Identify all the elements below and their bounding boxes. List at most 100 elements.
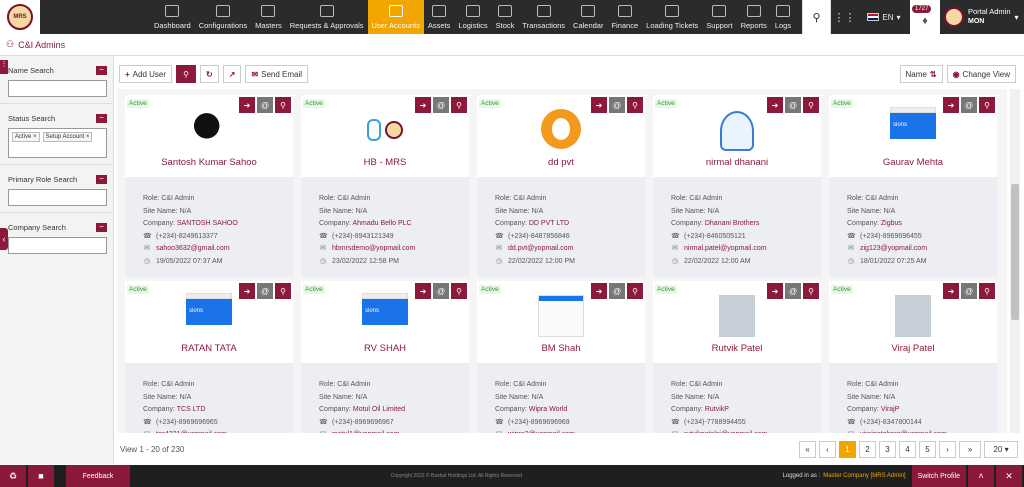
- collapse-company-search-button[interactable]: −: [96, 222, 107, 232]
- email-link[interactable]: zig123@yopmail.com: [860, 243, 927, 256]
- company-link[interactable]: TCS LTD: [177, 406, 206, 413]
- user-card[interactable]: Active ➜ @ ⚲ dd pvt Role: C&I Admin Site Name:…: [477, 95, 645, 277]
- view-details-icon[interactable]: ⚲: [627, 97, 643, 113]
- login-as-icon[interactable]: ➜: [239, 283, 255, 299]
- nav-item-transactions[interactable]: Transactions: [518, 0, 569, 34]
- email-at-icon[interactable]: @: [785, 283, 801, 299]
- view-details-icon[interactable]: ⚲: [803, 97, 819, 113]
- prev-page-button[interactable]: ‹: [819, 440, 836, 458]
- user-menu[interactable]: Portal Admin MON ▾: [940, 0, 1024, 34]
- email-at-icon[interactable]: @: [609, 283, 625, 299]
- add-user-button[interactable]: + Add User: [119, 65, 173, 83]
- page-1-button[interactable]: 1: [839, 440, 856, 458]
- collapse-sidebar-button[interactable]: ‹: [0, 228, 8, 250]
- login-as-icon[interactable]: ➜: [415, 283, 431, 299]
- company-link[interactable]: VirajP: [881, 406, 900, 413]
- nav-item-configurations[interactable]: Configurations: [195, 0, 251, 34]
- nav-item-calendar[interactable]: Calendar: [569, 0, 607, 34]
- user-card[interactable]: Active ➜ @ ⚲ BM Shah Role: C&I Admin Site Name…: [477, 281, 645, 433]
- refresh-button[interactable]: ↻: [200, 65, 219, 83]
- user-card[interactable]: Active ➜ @ ⚲ sions RATAN TATA Role: C&I Admin S…: [125, 281, 293, 433]
- search-button[interactable]: ⚲: [176, 65, 197, 83]
- switch-profile-button[interactable]: Switch Profile: [911, 465, 966, 487]
- user-name[interactable]: RATAN TATA: [125, 343, 293, 354]
- user-name[interactable]: Santosh Kumar Sahoo: [125, 157, 293, 168]
- view-details-icon[interactable]: ⚲: [627, 283, 643, 299]
- nav-item-finance[interactable]: Finance: [607, 0, 642, 34]
- collapse-status-search-button[interactable]: −: [96, 113, 107, 123]
- name-search-input[interactable]: [8, 80, 107, 97]
- role-search-input[interactable]: [8, 189, 107, 206]
- user-name[interactable]: Gaurav Mehta: [829, 157, 997, 168]
- nav-item-masters[interactable]: Masters: [251, 0, 286, 34]
- company-link[interactable]: Dhanani Brothers: [705, 220, 759, 227]
- company-search-input[interactable]: [8, 237, 107, 254]
- notification-bell[interactable]: 1727 ♦: [910, 0, 940, 34]
- company-link[interactable]: Ahmadu Bello PLC: [352, 220, 411, 227]
- email-link[interactable]: tcs4321@yopmail.com: [156, 429, 227, 433]
- email-at-icon[interactable]: @: [785, 97, 801, 113]
- view-details-icon[interactable]: ⚲: [979, 283, 995, 299]
- user-name[interactable]: BM Shah: [477, 343, 645, 354]
- collapse-role-search-button[interactable]: −: [96, 174, 107, 184]
- view-details-icon[interactable]: ⚲: [451, 97, 467, 113]
- user-card[interactable]: Active ➜ @ ⚲ sions RV SHAH Role: C&I Admin Site…: [301, 281, 469, 433]
- nav-item-logs[interactable]: Logs: [771, 0, 795, 34]
- login-as-icon[interactable]: ➜: [943, 283, 959, 299]
- close-icon[interactable]: ✕: [995, 465, 1022, 487]
- bookmark-icon[interactable]: ■: [28, 465, 54, 487]
- page-5-button[interactable]: 5: [919, 440, 936, 458]
- page-3-button[interactable]: 3: [879, 440, 896, 458]
- email-at-icon[interactable]: @: [433, 97, 449, 113]
- view-details-icon[interactable]: ⚲: [275, 283, 291, 299]
- user-card[interactable]: Active ➜ @ ⚲ Rutvik Patel Role: C&I Admin Site…: [653, 281, 821, 433]
- company-link[interactable]: DD PVT LTD: [529, 220, 569, 227]
- user-card[interactable]: Active ➜ @ ⚲ HB - MRS Role: C&I Admin Site Nam…: [301, 95, 469, 277]
- nav-item-support[interactable]: Support: [702, 0, 736, 34]
- user-name[interactable]: dd pvt: [477, 157, 645, 168]
- email-at-icon[interactable]: @: [257, 97, 273, 113]
- login-as-icon[interactable]: ➜: [943, 97, 959, 113]
- export-button[interactable]: ↗: [222, 65, 242, 83]
- login-as-icon[interactable]: ➜: [415, 97, 431, 113]
- email-link[interactable]: hbmrsdemo@yopmail.com: [332, 243, 415, 256]
- feedback-button[interactable]: Feedback: [66, 465, 130, 487]
- nav-item-user-accounts[interactable]: User Accounts: [367, 0, 424, 34]
- view-details-icon[interactable]: ⚲: [451, 283, 467, 299]
- last-page-button[interactable]: »: [959, 440, 981, 458]
- page-2-button[interactable]: 2: [859, 440, 876, 458]
- email-at-icon[interactable]: @: [961, 97, 977, 113]
- company-link[interactable]: Zigbus: [881, 220, 902, 227]
- status-tag-setup-account[interactable]: Setup Account ×: [42, 132, 93, 142]
- company-link[interactable]: Motul Oil Limited: [353, 406, 405, 413]
- user-card[interactable]: Active ➜ @ ⚲ Viraj Patel Role: C&I Admin Site …: [829, 281, 997, 433]
- nav-item-assets[interactable]: Assets: [424, 0, 455, 34]
- user-name[interactable]: Rutvik Patel: [653, 343, 821, 354]
- nav-item-loading-tickets[interactable]: Loading Tickets: [642, 0, 702, 34]
- chevron-up-icon[interactable]: ˄: [967, 465, 994, 487]
- first-page-button[interactable]: «: [799, 440, 816, 458]
- email-link[interactable]: dd.pvt@yopmail.com: [508, 243, 573, 256]
- scrollbar-thumb[interactable]: [1011, 184, 1019, 320]
- email-link[interactable]: nirmal.patel@yopmail.com: [684, 243, 767, 256]
- email-link[interactable]: wipra2@yopmail.com: [508, 429, 575, 433]
- nav-item-stock[interactable]: Stock: [492, 0, 519, 34]
- next-page-button[interactable]: ›: [939, 440, 956, 458]
- email-at-icon[interactable]: @: [433, 283, 449, 299]
- company-link[interactable]: RutvikP: [705, 406, 729, 413]
- language-selector[interactable]: EN ▾: [858, 0, 910, 34]
- page-4-button[interactable]: 4: [899, 440, 916, 458]
- page-size-select[interactable]: 20 ▾: [984, 440, 1018, 458]
- view-details-icon[interactable]: ⚲: [275, 97, 291, 113]
- sidebar-menu-icon[interactable]: ⋮: [0, 60, 8, 74]
- recycle-icon[interactable]: ♻: [0, 465, 26, 487]
- nav-item-reports[interactable]: Reports: [737, 0, 771, 34]
- user-name[interactable]: HB - MRS: [301, 157, 469, 168]
- user-name[interactable]: Viraj Patel: [829, 343, 997, 354]
- send-email-button[interactable]: ✉ Send Email: [245, 65, 309, 83]
- nav-item-logistics[interactable]: Logistics: [454, 0, 491, 34]
- email-link[interactable]: motul1@yopmail.com: [332, 429, 399, 433]
- user-card[interactable]: Active ➜ @ ⚲ nirmal dhanani Role: C&I Admin Si…: [653, 95, 821, 277]
- view-details-icon[interactable]: ⚲: [803, 283, 819, 299]
- email-at-icon[interactable]: @: [961, 283, 977, 299]
